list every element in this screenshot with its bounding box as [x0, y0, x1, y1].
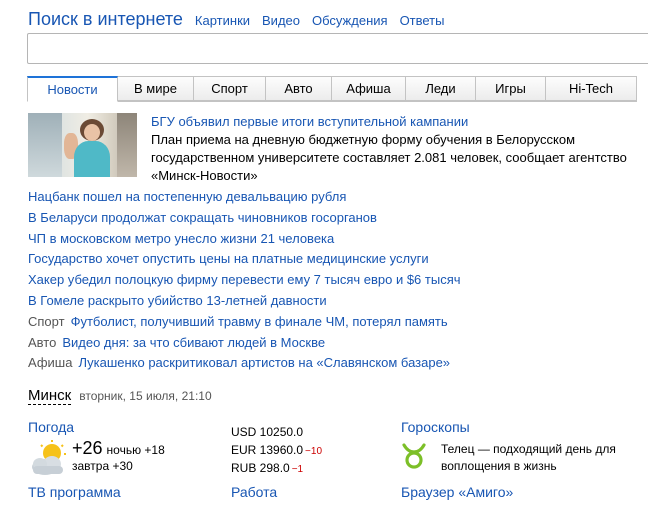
tab-hitech[interactable]: Hi-Tech	[546, 76, 637, 101]
weather-widget: Погода +26 ночью +18 завтра +30	[28, 419, 165, 479]
news-link[interactable]: Нацбанк пошел на постепенную девальвацию…	[28, 189, 346, 204]
list-item: Хакер убедил полоцкую фирму перевести ем…	[28, 270, 461, 291]
search-link-images[interactable]: Картинки	[195, 13, 250, 28]
list-item: Спорт Футболист, получивший травму в фина…	[28, 312, 461, 333]
temperature-tomorrow: завтра +30	[72, 459, 133, 473]
currency-rates: USD 10250.0 EUR 13960.0 −10 RUB 298.0 −1	[231, 424, 322, 478]
news-link[interactable]: Лукашенко раскритиковал артистов на «Сла…	[78, 355, 450, 370]
rate-delta: −10	[305, 446, 323, 457]
horoscope-widget: Гороскопы Телец — подходящий день для во…	[401, 419, 641, 475]
tab-lady[interactable]: Леди	[406, 76, 476, 101]
news-link[interactable]: Футболист, получивший травму в финале ЧМ…	[71, 314, 448, 329]
news-category: Афиша	[28, 355, 73, 371]
temperature-now: +26	[72, 438, 103, 458]
tab-games[interactable]: Игры	[476, 76, 546, 101]
list-item: Государство хочет опустить цены на платн…	[28, 249, 461, 270]
news-category: Авто	[28, 334, 57, 350]
search-link-answers[interactable]: Ответы	[400, 13, 445, 28]
search-link-video[interactable]: Видео	[262, 13, 300, 28]
city-selector[interactable]: Минск	[28, 387, 72, 405]
search-title[interactable]: Поиск в интернете	[28, 9, 183, 30]
horoscope-text[interactable]: Телец — подходящий день для воплощения в…	[441, 441, 641, 475]
tab-sport[interactable]: Спорт	[194, 76, 266, 101]
current-datetime: вторник, 15 июля, 21:10	[79, 389, 212, 403]
rate-rub: RUB 298.0 −1	[231, 460, 322, 478]
tab-afisha[interactable]: Афиша	[332, 76, 406, 101]
news-link[interactable]: Государство хочет опустить цены на платн…	[28, 251, 429, 266]
tab-world[interactable]: В мире	[118, 76, 194, 101]
list-item: В Беларуси продолжат сокращать чиновнико…	[28, 208, 461, 229]
list-item: ЧП в московском метро унесло жизни 21 че…	[28, 229, 461, 250]
news-link[interactable]: В Гомеле раскрыто убийство 13-летней дав…	[28, 293, 327, 308]
search-header: Поиск в интернете Картинки Видео Обсужде…	[28, 9, 457, 30]
weather-link[interactable]: Погода	[28, 419, 74, 435]
rate-value: EUR 13960.0	[231, 443, 304, 457]
lead-story: БГУ объявил первые итоги вступительной к…	[28, 113, 641, 185]
news-list: Нацбанк пошел на постепенную девальвацию…	[28, 187, 461, 374]
browser-amigo-link[interactable]: Браузер «Амиго»	[401, 484, 513, 500]
search-box	[27, 33, 648, 64]
list-item: В Гомеле раскрыто убийство 13-летней дав…	[28, 291, 461, 312]
rate-usd: USD 10250.0	[231, 424, 322, 442]
tv-program-link[interactable]: ТВ программа	[28, 484, 121, 500]
rate-eur: EUR 13960.0 −10	[231, 442, 322, 460]
search-input[interactable]	[28, 34, 648, 63]
partly-cloudy-icon	[32, 440, 66, 475]
lead-photo[interactable]	[28, 113, 137, 177]
lead-text: БГУ объявил первые итоги вступительной к…	[151, 113, 641, 185]
rate-delta: −1	[291, 464, 304, 475]
list-item: Афиша Лукашенко раскритиковал артистов на…	[28, 353, 461, 374]
news-link[interactable]: ЧП в московском метро унесло жизни 21 че…	[28, 231, 334, 246]
news-link[interactable]: В Беларуси продолжат сокращать чиновнико…	[28, 210, 377, 225]
temperature-night: ночью +18	[106, 443, 165, 457]
search-link-discussions[interactable]: Обсуждения	[312, 13, 388, 28]
location-row: Минск вторник, 15 июля, 21:10	[28, 387, 212, 405]
news-link[interactable]: Хакер убедил полоцкую фирму перевести ем…	[28, 272, 461, 287]
taurus-icon	[402, 443, 426, 469]
rate-value: USD 10250.0	[231, 425, 304, 439]
lead-headline[interactable]: БГУ объявил первые итоги вступительной к…	[151, 114, 468, 129]
tab-auto[interactable]: Авто	[266, 76, 332, 101]
list-item: Нацбанк пошел на постепенную девальвацию…	[28, 187, 461, 208]
rate-value: RUB 298.0	[231, 461, 290, 475]
lead-body: План приема на дневную бюджетную форму о…	[151, 132, 627, 183]
jobs-link[interactable]: Работа	[231, 484, 277, 500]
news-tabs: Новости В мире Спорт Авто Афиша Леди Игр…	[27, 76, 637, 102]
horoscope-link[interactable]: Гороскопы	[401, 419, 470, 435]
news-category: Спорт	[28, 313, 65, 329]
news-link[interactable]: Видео дня: за что сбивают людей в Москве	[62, 335, 325, 350]
tab-news[interactable]: Новости	[27, 76, 118, 102]
list-item: Авто Видео дня: за что сбивают людей в Мо…	[28, 333, 461, 354]
